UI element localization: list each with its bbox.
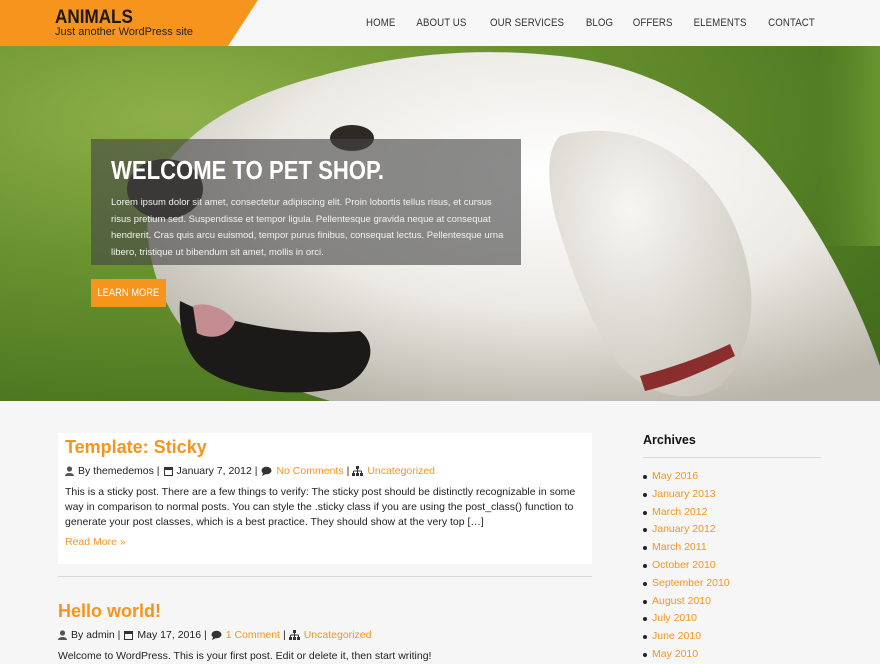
- post-author: By themedemos |: [78, 465, 160, 477]
- nav-contact[interactable]: CONTACT: [768, 17, 815, 29]
- post-author: By admin |: [71, 629, 121, 641]
- post-excerpt: This is a sticky post. There are a few t…: [65, 486, 576, 528]
- category-icon: [352, 466, 364, 476]
- archive-link[interactable]: May 2010: [643, 646, 821, 664]
- archive-link[interactable]: January 2012: [643, 521, 821, 539]
- calendar-icon: [163, 467, 173, 476]
- archive-link[interactable]: March 2012: [643, 504, 821, 522]
- archive-link[interactable]: May 2016: [643, 468, 821, 486]
- post-divider: [58, 576, 592, 577]
- sidebar-archives: Archives May 2016 January 2013 March 201…: [643, 433, 821, 664]
- archive-link[interactable]: September 2010: [643, 575, 821, 593]
- post-date: January 7, 2012 |: [176, 465, 258, 477]
- read-more-link[interactable]: Read More »: [65, 536, 126, 548]
- comments-icon: [261, 466, 272, 476]
- archive-link[interactable]: June 2010: [643, 628, 821, 646]
- category-icon: [288, 630, 300, 640]
- learn-more-label: LEARN MORE: [97, 287, 160, 299]
- hero-caption-box: WELCOME TO PET SHOP. Lorem ipsum dolor s…: [91, 139, 521, 265]
- nav-our-services[interactable]: OUR SERVICES: [490, 17, 564, 29]
- user-icon: [65, 466, 74, 476]
- widget-divider: [643, 457, 821, 458]
- content-area: Template: Sticky By themedemos | January…: [0, 401, 880, 662]
- nav-about-us[interactable]: ABOUT US: [416, 17, 466, 29]
- post-category-link[interactable]: Uncategorized: [367, 465, 435, 477]
- hero-text: Lorem ipsum dolor sit amet, consectetur …: [111, 197, 504, 258]
- meta-separator: |: [282, 629, 286, 641]
- post-meta: By themedemos | January 7, 2012 | No Com…: [65, 465, 435, 477]
- post-category-link[interactable]: Uncategorized: [304, 629, 372, 641]
- calendar-icon: [124, 631, 134, 640]
- post-date: May 17, 2016 |: [137, 629, 207, 641]
- post-meta: By admin | May 17, 2016 | 1 Comment | Un…: [58, 629, 371, 641]
- site-tagline: Just another WordPress site: [55, 26, 193, 38]
- nav-elements[interactable]: ELEMENTS: [693, 17, 746, 29]
- post-title[interactable]: Template: Sticky: [65, 437, 207, 458]
- main-nav: HOME ABOUT US OUR SERVICES BLOG OFFERS E…: [349, 17, 818, 29]
- nav-offers[interactable]: OFFERS: [632, 17, 672, 29]
- post-comments-link[interactable]: 1 Comment: [226, 629, 280, 641]
- archive-list: May 2016 January 2013 March 2012 January…: [643, 468, 821, 664]
- archive-link[interactable]: March 2011: [643, 539, 821, 557]
- site-header: ANIMALS Just another WordPress site HOME…: [0, 0, 880, 46]
- post-title[interactable]: Hello world!: [58, 601, 161, 622]
- archive-link[interactable]: August 2010: [643, 593, 821, 611]
- nav-blog[interactable]: BLOG: [586, 17, 613, 29]
- hero-banner: WELCOME TO PET SHOP. Lorem ipsum dolor s…: [0, 46, 880, 401]
- post-excerpt: Welcome to WordPress. This is your first…: [58, 650, 432, 662]
- hero-title: WELCOME TO PET SHOP.: [111, 155, 385, 185]
- meta-separator: |: [346, 465, 350, 477]
- archive-link[interactable]: January 2013: [643, 486, 821, 504]
- archive-link[interactable]: October 2010: [643, 557, 821, 575]
- logo-block[interactable]: ANIMALS Just another WordPress site: [0, 0, 258, 46]
- user-icon: [58, 630, 67, 640]
- post-comments-link[interactable]: No Comments: [276, 465, 343, 477]
- comments-icon: [211, 630, 222, 640]
- archive-link[interactable]: July 2010: [643, 610, 821, 628]
- post-sticky: Template: Sticky By themedemos | January…: [58, 433, 592, 564]
- nav-home[interactable]: HOME: [366, 17, 395, 29]
- widget-title: Archives: [643, 433, 696, 447]
- learn-more-button[interactable]: LEARN MORE: [91, 279, 166, 307]
